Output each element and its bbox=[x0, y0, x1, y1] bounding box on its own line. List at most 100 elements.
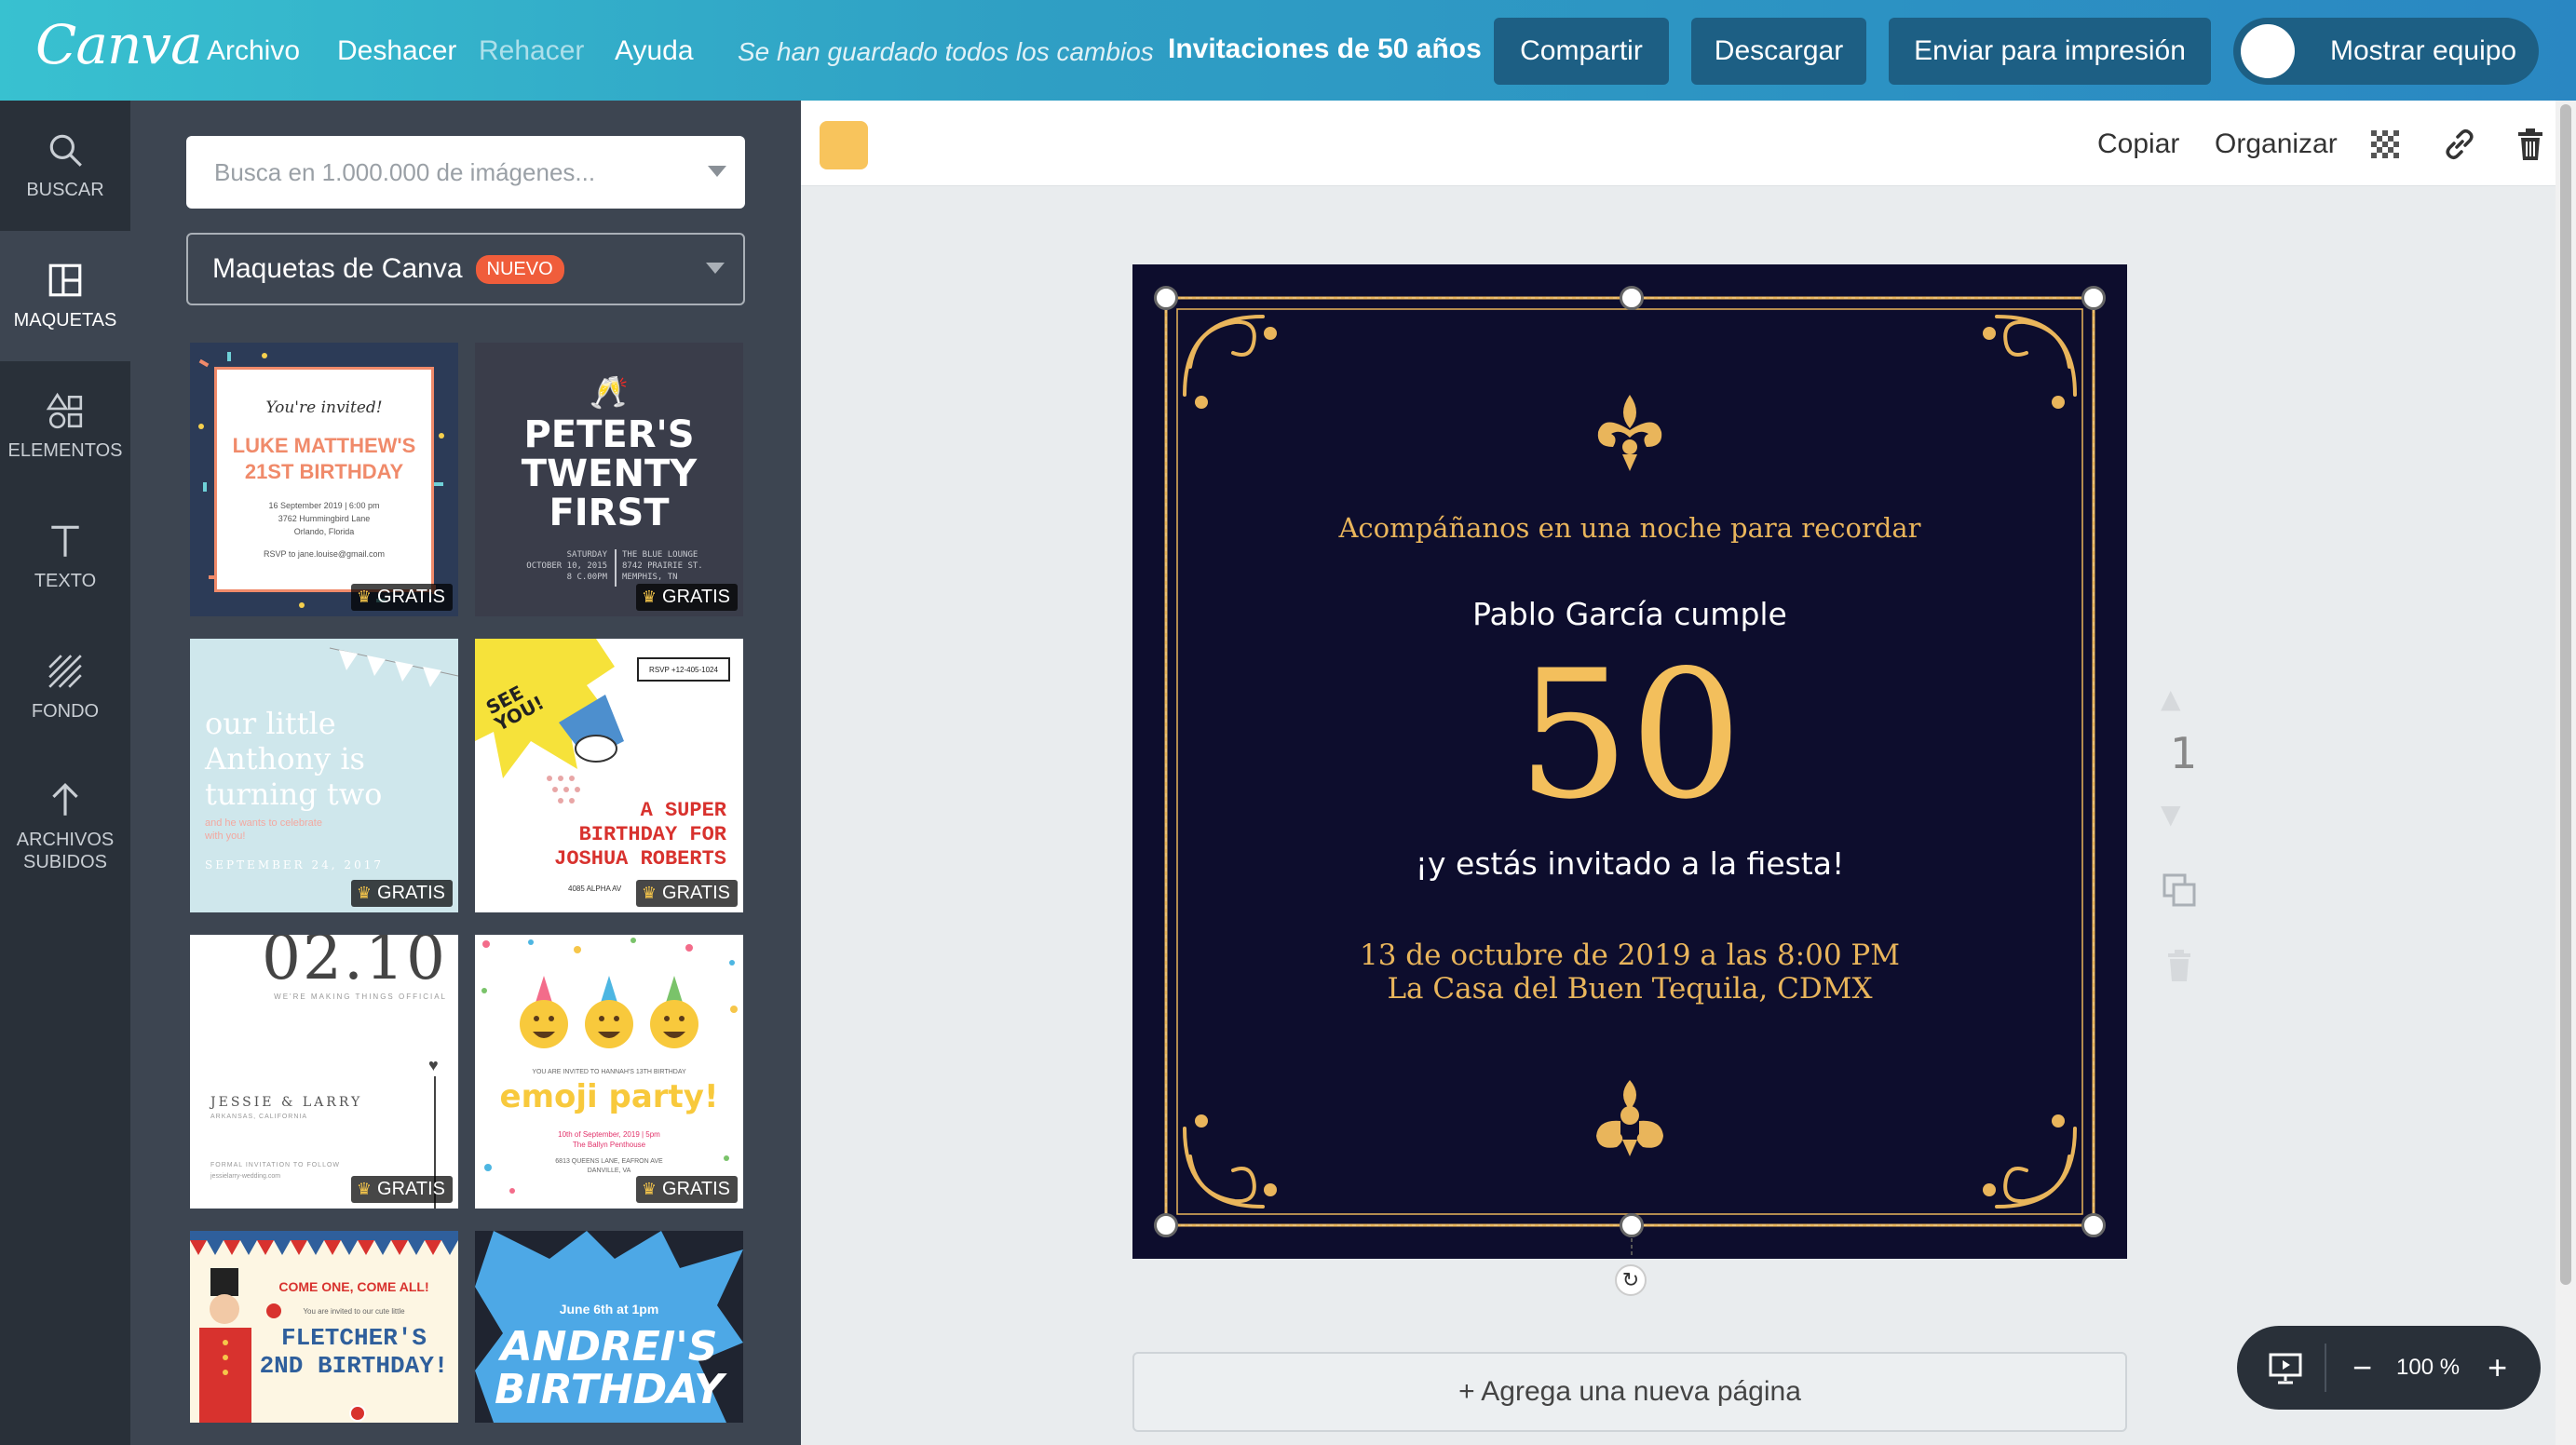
free-badge: ♛ GRATIS bbox=[635, 1176, 738, 1203]
resize-handle-bottom-right[interactable] bbox=[2081, 1213, 2106, 1237]
rail-text[interactable]: TEXTO bbox=[0, 492, 130, 622]
layouts-filter-dropdown[interactable]: Maquetas de Canva NUEVO bbox=[186, 233, 745, 305]
invitation-card[interactable]: Acompáñanos en una noche para recordar P… bbox=[1132, 264, 2127, 1259]
download-button[interactable]: Descargar bbox=[1691, 18, 1866, 85]
template-thumb-fletcher[interactable]: COME ONE, COME ALL! You are invited to o… bbox=[190, 1231, 458, 1423]
menu-undo[interactable]: Deshacer bbox=[337, 35, 456, 67]
print-button[interactable]: Enviar para impresión bbox=[1889, 18, 2211, 85]
template-thumb-andrei[interactable]: June 6th at 1pm ANDREI'S BIRTHDAY bbox=[475, 1231, 743, 1423]
resize-handle-top-right[interactable] bbox=[2081, 286, 2106, 310]
search-icon bbox=[49, 134, 82, 167]
text-icon bbox=[51, 525, 79, 557]
rail-layouts[interactable]: MAQUETAS bbox=[0, 231, 130, 361]
show-team-button[interactable]: Mostrar equipo bbox=[2233, 18, 2539, 85]
free-label: GRATIS bbox=[662, 587, 730, 607]
zoom-divider bbox=[2325, 1344, 2326, 1392]
invite-date[interactable]: 13 de octubre de 2019 a las 8:00 PM bbox=[1132, 939, 2127, 972]
zoom-level[interactable]: 100 % bbox=[2396, 1355, 2460, 1381]
jessie-site: jessielarry-wedding.com bbox=[210, 1173, 281, 1180]
show-team-label: Mostrar equipo bbox=[2330, 35, 2517, 66]
crown-icon: ♛ bbox=[641, 587, 658, 606]
document-title[interactable]: Invitaciones de 50 años bbox=[1168, 34, 1482, 65]
peter-venue: THE BLUE LOUNGE 8742 PRAIRIE ST. MEMPHIS… bbox=[622, 549, 734, 583]
resize-handle-bottom-left[interactable] bbox=[1154, 1213, 1178, 1237]
jessie-place: ARKANSAS, CALIFORNIA bbox=[210, 1114, 308, 1120]
invite-number[interactable]: 50 bbox=[1132, 642, 2127, 829]
invite-venue[interactable]: La Casa del Buen Tequila, CDMX bbox=[1132, 972, 2127, 1006]
arrange-button[interactable]: Organizar bbox=[2215, 128, 2338, 160]
chevron-down-icon[interactable] bbox=[708, 166, 726, 177]
copy-button[interactable]: Copiar bbox=[2097, 128, 2179, 160]
rail-uploads-label-1: ARCHIVOS bbox=[16, 830, 115, 850]
crown-icon: ♛ bbox=[641, 1180, 658, 1198]
free-badge: ♛ GRATIS bbox=[635, 584, 738, 611]
rail-layouts-label: MAQUETAS bbox=[13, 310, 117, 331]
new-badge: NUEVO bbox=[475, 254, 564, 284]
anthony-line3: turning two bbox=[205, 777, 383, 812]
peter-divider bbox=[615, 549, 617, 587]
delete-page-icon[interactable] bbox=[2161, 948, 2198, 985]
resize-handle-top-left[interactable] bbox=[1154, 286, 1178, 310]
peter-line3: FIRST bbox=[549, 492, 670, 534]
fleur-top-ornament bbox=[1597, 395, 1662, 471]
jessie-names: JESSIE & LARRY bbox=[210, 1095, 363, 1110]
free-badge: ♛ GRATIS bbox=[350, 1176, 453, 1203]
trash-icon[interactable] bbox=[2513, 127, 2548, 162]
scrollbar-thumb[interactable] bbox=[2560, 104, 2571, 1285]
menu-redo[interactable]: Rehacer bbox=[479, 35, 584, 67]
image-search-input[interactable]: Busca en 1.000.000 de imágenes... bbox=[186, 136, 745, 209]
link-icon[interactable] bbox=[2442, 127, 2477, 162]
canva-logo[interactable]: Canva bbox=[35, 13, 203, 76]
emoji-line4: 6813 QUEENS LANE, EAFRON AVE bbox=[555, 1158, 663, 1165]
template-thumb-peter[interactable]: 🥂 PETER'S TWENTY FIRST SATURDAY OCTOBER … bbox=[475, 343, 743, 616]
template-thumb-luke[interactable]: You're invited! LUKE MATTHEW'S 21ST BIRT… bbox=[190, 343, 458, 616]
resize-handle-bottom[interactable] bbox=[1620, 1213, 1644, 1237]
transparency-icon[interactable] bbox=[2367, 127, 2403, 162]
jessie-note: FORMAL INVITATION TO FOLLOW bbox=[210, 1162, 341, 1168]
joshua-rsvp: RSVP +12-405-1024 bbox=[637, 657, 730, 682]
rail-search[interactable]: BUSCAR bbox=[0, 101, 130, 231]
luke-line7: RSVP to jane.louise@gmail.com bbox=[263, 549, 386, 559]
peter-line1: PETER'S bbox=[523, 413, 695, 456]
luke-line2: LUKE MATTHEW'S bbox=[232, 434, 416, 457]
free-label: GRATIS bbox=[662, 1179, 730, 1199]
zoom-in-button[interactable]: + bbox=[2488, 1348, 2507, 1387]
page-down-icon[interactable]: ▼ bbox=[2161, 799, 2181, 830]
peter-line5: OCTOBER 10, 2015 bbox=[526, 561, 607, 571]
template-thumb-emoji-party[interactable]: YOU ARE INVITED TO HANNAH'S 13TH BIRTHDA… bbox=[475, 935, 743, 1209]
rotate-icon[interactable]: ↻ bbox=[1615, 1264, 1647, 1296]
canvas-scrollbar[interactable] bbox=[2556, 101, 2576, 1445]
page-up-icon[interactable]: ▲ bbox=[2161, 683, 2181, 714]
luke-line3: 21ST BIRTHDAY bbox=[244, 460, 404, 483]
resize-handle-top[interactable] bbox=[1620, 286, 1644, 310]
invite-name[interactable]: Pablo García cumple bbox=[1132, 596, 2127, 632]
invite-line1[interactable]: Acompáñanos en una noche para recordar bbox=[1132, 512, 2127, 544]
emoji-line2: 10th of September, 2019 | 5pm bbox=[558, 1130, 660, 1139]
anthony-line2: Anthony is bbox=[205, 741, 365, 777]
zoom-out-button[interactable]: − bbox=[2352, 1348, 2372, 1387]
invite-line3[interactable]: ¡y estás invitado a la fiesta! bbox=[1132, 845, 2127, 882]
add-page-button[interactable]: + Agrega una nueva página bbox=[1132, 1352, 2127, 1432]
presentation-icon[interactable] bbox=[2267, 1349, 2304, 1386]
share-button[interactable]: Compartir bbox=[1494, 18, 1669, 85]
free-badge: ♛ GRATIS bbox=[350, 880, 453, 907]
rail-uploads[interactable]: ARCHIVOS SUBIDOS bbox=[0, 757, 130, 897]
rail-background[interactable]: FONDO bbox=[0, 622, 130, 752]
emoji-title: emoji party! bbox=[499, 1078, 719, 1115]
andrei-line1: June 6th at 1pm bbox=[559, 1302, 659, 1317]
color-swatch[interactable] bbox=[820, 121, 868, 169]
duplicate-page-icon[interactable] bbox=[2161, 871, 2198, 909]
anthony-line1: our little bbox=[205, 706, 336, 741]
joshua-line1: A SUPER bbox=[640, 799, 726, 822]
emoji-line1: YOU ARE INVITED TO HANNAH'S 13TH BIRTHDA… bbox=[532, 1069, 686, 1075]
menu-help[interactable]: Ayuda bbox=[615, 35, 694, 67]
menu-file[interactable]: Archivo bbox=[207, 35, 300, 67]
free-badge: ♛ GRATIS bbox=[635, 880, 738, 907]
luke-line1: You're invited! bbox=[265, 398, 383, 417]
template-thumb-anthony[interactable]: our little Anthony is turning two and he… bbox=[190, 639, 458, 912]
rail-elements[interactable]: ELEMENTOS bbox=[0, 361, 130, 492]
rail-background-label: FONDO bbox=[31, 701, 100, 722]
peter-line4: SATURDAY bbox=[566, 550, 607, 560]
template-thumb-jessie-larry[interactable]: 02.10 WE'RE MAKING THINGS OFFICIAL ♥ JES… bbox=[190, 935, 458, 1209]
template-thumb-joshua[interactable]: SEE YOU! RSVP +12-405-1024 A SUPER BIRTH… bbox=[475, 639, 743, 912]
